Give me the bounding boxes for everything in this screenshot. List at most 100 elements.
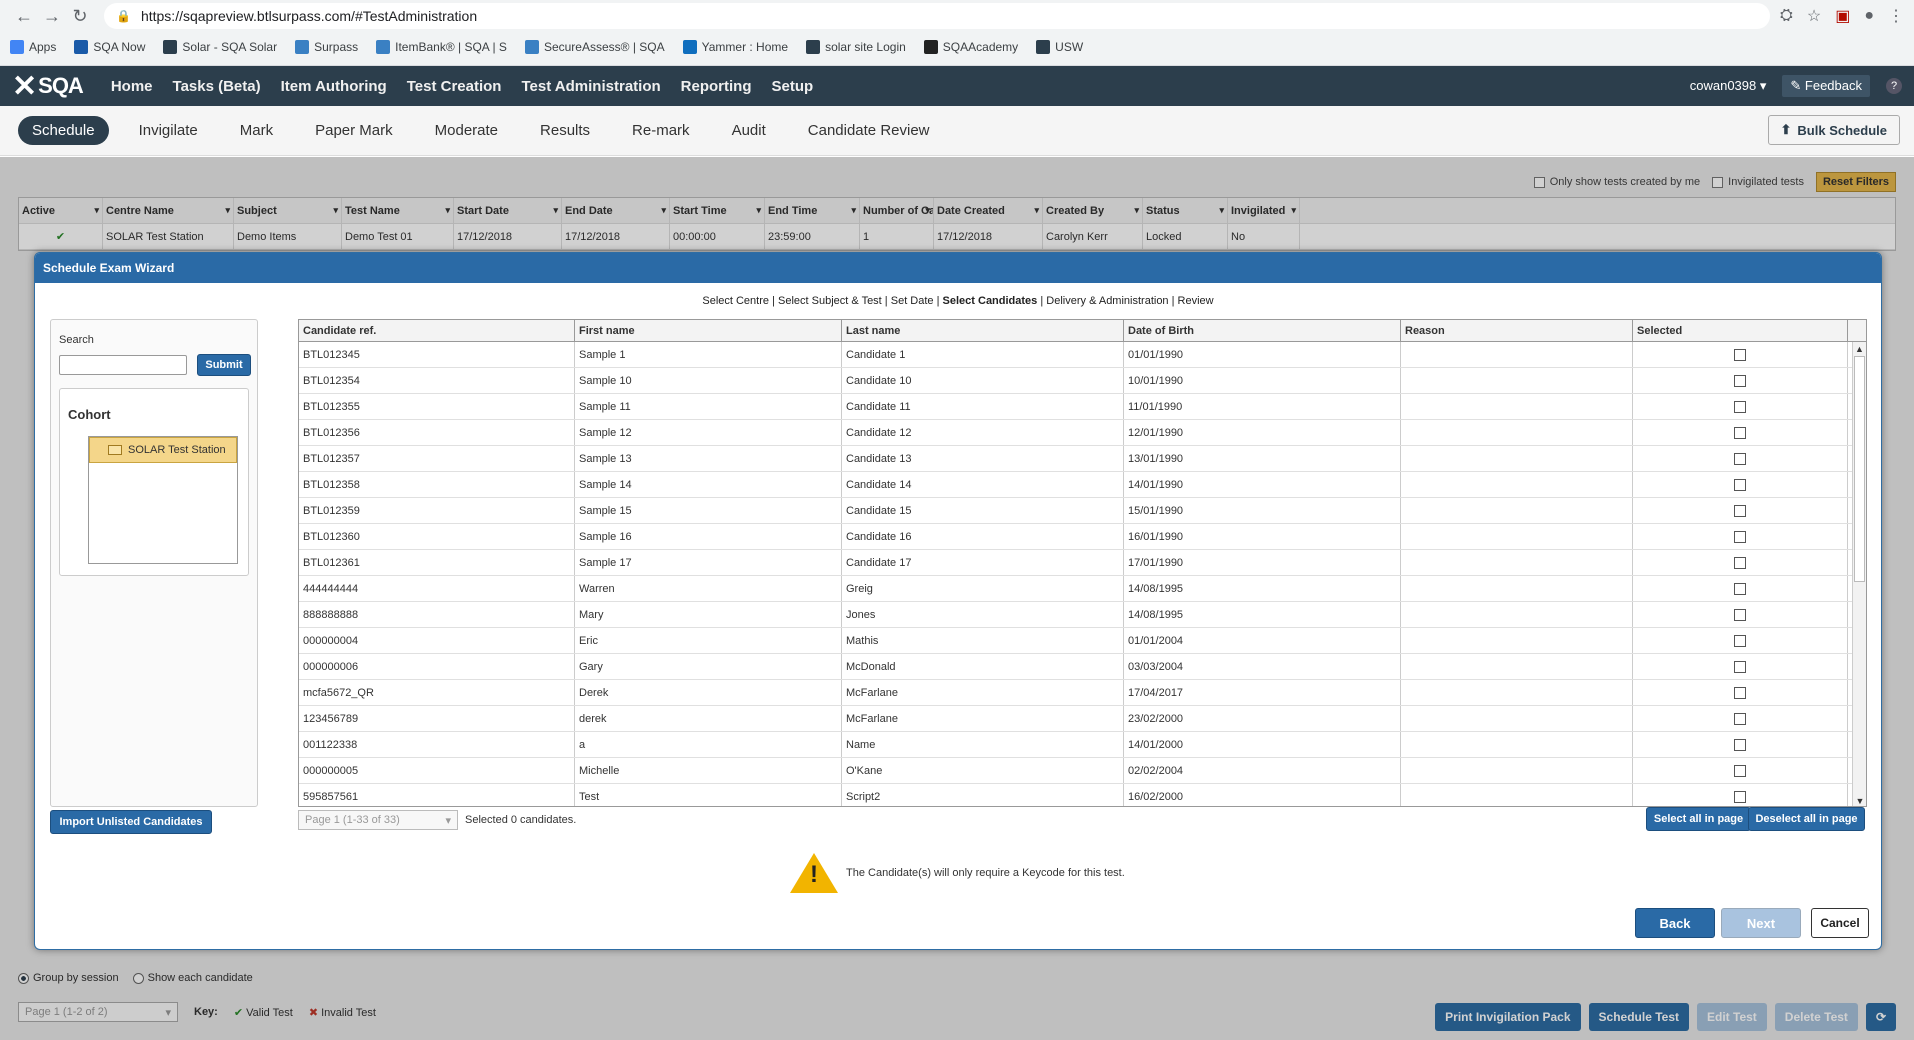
import-unlisted-candidates-button[interactable]: Import Unlisted Candidates <box>50 810 212 834</box>
bookmark-item[interactable]: Apps <box>10 40 56 54</box>
select-checkbox[interactable] <box>1734 400 1746 413</box>
candidate-row[interactable]: BTL012355 Sample 11 Candidate 11 11/01/1990 <box>299 394 1866 420</box>
candidates-pager[interactable]: Page 1 (1-33 of 33) ▾ <box>298 810 458 830</box>
bookmark-star-icon[interactable]: ☆ <box>1807 6 1821 26</box>
tab-item[interactable]: Paper Mark <box>303 117 405 144</box>
column-header[interactable]: Last name <box>842 320 1124 341</box>
menu-item[interactable]: Test Administration <box>521 78 660 95</box>
bookmark-item[interactable]: ItemBank® | SQA | S <box>376 40 507 54</box>
select-checkbox[interactable] <box>1734 634 1746 647</box>
tab-item[interactable]: Results <box>528 117 602 144</box>
select-checkbox[interactable] <box>1734 790 1746 803</box>
bookmark-item[interactable]: SecureAssess® | SQA <box>524 40 665 54</box>
grid-cell: 595857561 <box>299 784 575 806</box>
next-button[interactable]: Next <box>1721 908 1801 938</box>
candidate-row[interactable]: BTL012354 Sample 10 Candidate 10 10/01/1990 <box>299 368 1866 394</box>
menu-item[interactable]: Home <box>111 78 153 95</box>
back-button[interactable]: Back <box>1635 908 1715 938</box>
menu-item[interactable]: Reporting <box>681 78 752 95</box>
tab-item[interactable]: Invigilate <box>127 117 210 144</box>
candidate-row[interactable]: 888888888 Mary Jones 14/08/1995 <box>299 602 1866 628</box>
menu-dots-icon[interactable]: ⋮ <box>1888 6 1904 26</box>
candidate-row[interactable]: 000000006 Gary McDonald 03/03/2004 <box>299 654 1866 680</box>
select-checkbox[interactable] <box>1734 374 1746 387</box>
menu-item[interactable]: Test Creation <box>407 78 502 95</box>
grid-cell: BTL012356 <box>299 420 575 445</box>
select-checkbox[interactable] <box>1734 504 1746 517</box>
column-header[interactable]: First name <box>575 320 842 341</box>
extension-icon[interactable]: ⛭ <box>1780 7 1793 25</box>
bookmark-item[interactable]: Surpass <box>295 40 358 54</box>
bookmark-item[interactable]: Yammer : Home <box>682 40 788 54</box>
candidate-row[interactable]: BTL012358 Sample 14 Candidate 14 14/01/1990 <box>299 472 1866 498</box>
address-bar[interactable]: 🔒 https://sqapreview.btlsurpass.com/#Tes… <box>104 3 1771 29</box>
menu-item[interactable]: Item Authoring <box>281 78 387 95</box>
cancel-button[interactable]: Cancel <box>1811 908 1869 938</box>
tab-item[interactable]: Moderate <box>423 117 510 144</box>
tab-item[interactable]: Schedule <box>18 116 109 145</box>
tab-item[interactable]: Re-mark <box>620 117 702 144</box>
select-checkbox[interactable] <box>1734 660 1746 673</box>
reload-icon[interactable]: ↻ <box>66 2 94 30</box>
back-arrow-icon[interactable]: ← <box>10 2 38 30</box>
select-checkbox[interactable] <box>1734 764 1746 777</box>
select-checkbox[interactable] <box>1734 738 1746 751</box>
candidate-row[interactable]: 595857561 Test Script2 16/02/2000 <box>299 784 1866 806</box>
candidate-row[interactable]: BTL012360 Sample 16 Candidate 16 16/01/1990 <box>299 524 1866 550</box>
column-header[interactable]: Candidate ref. <box>299 320 575 341</box>
select-checkbox[interactable] <box>1734 478 1746 491</box>
cohort-item[interactable]: SOLAR Test Station <box>89 437 237 463</box>
pdf-extension-icon[interactable]: ▣ <box>1835 6 1850 26</box>
candidate-row[interactable]: BTL012345 Sample 1 Candidate 1 01/01/1990 <box>299 342 1866 368</box>
candidate-row[interactable]: BTL012357 Sample 13 Candidate 13 13/01/1990 <box>299 446 1866 472</box>
grid-cell: BTL012354 <box>299 368 575 393</box>
column-header[interactable]: Date of Birth <box>1124 320 1401 341</box>
bookmark-item[interactable]: SQAAcademy <box>923 40 1018 54</box>
grid-cell <box>1401 550 1633 575</box>
feedback-button[interactable]: ✎ Feedback <box>1782 75 1870 97</box>
tab-item[interactable]: Audit <box>720 117 778 144</box>
user-menu[interactable]: cowan0398 ▾ <box>1690 78 1767 94</box>
select-checkbox[interactable] <box>1734 712 1746 725</box>
selected-cell <box>1633 706 1848 731</box>
sqa-logo[interactable]: ✕ SQA <box>12 69 84 104</box>
select-checkbox[interactable] <box>1734 426 1746 439</box>
candidate-row[interactable]: 000000005 Michelle O'Kane 02/02/2004 <box>299 758 1866 784</box>
bookmark-item[interactable]: solar site Login <box>806 40 906 54</box>
bookmark-item[interactable]: USW <box>1036 40 1083 54</box>
candidate-row[interactable]: 000000004 Eric Mathis 01/01/2004 <box>299 628 1866 654</box>
scroll-thumb <box>1854 356 1865 582</box>
candidate-row[interactable]: BTL012359 Sample 15 Candidate 15 15/01/1990 <box>299 498 1866 524</box>
submit-button[interactable]: Submit <box>197 354 251 376</box>
search-input[interactable] <box>59 355 187 375</box>
candidate-row[interactable]: mcfa5672_QR Derek McFarlane 17/04/2017 <box>299 680 1866 706</box>
grid-cell: a <box>575 732 842 757</box>
candidate-row[interactable]: 444444444 Warren Greig 14/08/1995 <box>299 576 1866 602</box>
bulk-schedule-button[interactable]: ⬆ Bulk Schedule <box>1767 115 1900 145</box>
select-checkbox[interactable] <box>1734 452 1746 465</box>
profile-icon[interactable]: ● <box>1864 7 1874 25</box>
column-header[interactable]: Selected <box>1633 320 1848 341</box>
candidate-row[interactable]: BTL012356 Sample 12 Candidate 12 12/01/1990 <box>299 420 1866 446</box>
bookmark-item[interactable]: SQA Now <box>74 40 145 54</box>
select-checkbox[interactable] <box>1734 608 1746 621</box>
menu-item[interactable]: Tasks (Beta) <box>173 78 261 95</box>
candidate-row[interactable]: 001122338 a Name 14/01/2000 <box>299 732 1866 758</box>
grid-scrollbar[interactable]: ▲ ▼ <box>1852 342 1866 806</box>
tab-item[interactable]: Mark <box>228 117 285 144</box>
bookmark-item[interactable]: Solar - SQA Solar <box>163 40 277 54</box>
tab-item[interactable]: Candidate Review <box>796 117 942 144</box>
select-checkbox[interactable] <box>1734 556 1746 569</box>
select-all-in-page-button[interactable]: Select all in page <box>1646 807 1751 831</box>
help-icon[interactable]: ? <box>1886 78 1902 94</box>
menu-item[interactable]: Setup <box>771 78 813 95</box>
column-header[interactable]: Reason <box>1401 320 1633 341</box>
select-checkbox[interactable] <box>1734 686 1746 699</box>
candidate-row[interactable]: 123456789 derek McFarlane 23/02/2000 <box>299 706 1866 732</box>
forward-arrow-icon[interactable]: → <box>38 2 66 30</box>
deselect-all-in-page-button[interactable]: Deselect all in page <box>1748 807 1865 831</box>
select-checkbox[interactable] <box>1734 348 1746 361</box>
candidate-row[interactable]: BTL012361 Sample 17 Candidate 17 17/01/1990 <box>299 550 1866 576</box>
select-checkbox[interactable] <box>1734 582 1746 595</box>
select-checkbox[interactable] <box>1734 530 1746 543</box>
